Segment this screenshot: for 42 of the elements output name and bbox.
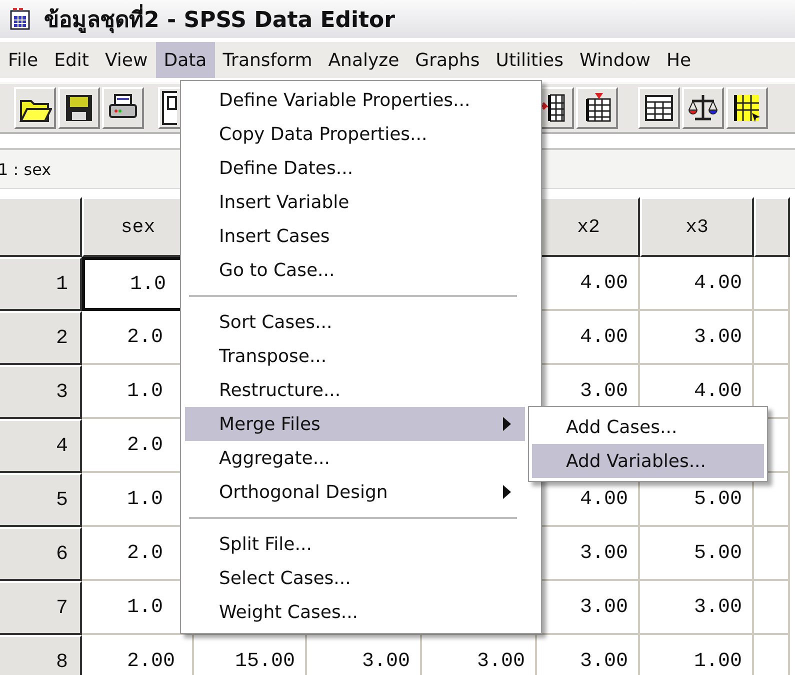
menu-option[interactable]: Merge Files <box>185 407 525 441</box>
column-header[interactable]: x3 <box>640 197 754 257</box>
menu-option-label: Merge Files <box>219 414 320 434</box>
toolbar-button[interactable] <box>576 87 618 129</box>
menu-option[interactable]: Copy Data Properties... <box>185 117 525 151</box>
menu-option[interactable]: Add Variables... <box>532 444 764 478</box>
app-icon <box>10 8 30 30</box>
menu-item[interactable]: Utilities <box>488 42 572 78</box>
row-header[interactable]: 6 <box>0 527 82 581</box>
row-header[interactable]: 5 <box>0 473 82 527</box>
row-header[interactable]: 4 <box>0 419 82 473</box>
toolbar-button[interactable] <box>14 87 56 129</box>
table-cell[interactable]: 5.00 <box>640 527 754 581</box>
toolbar-button[interactable] <box>638 87 680 129</box>
menu-item[interactable]: He <box>658 42 700 78</box>
menu-item[interactable]: File <box>0 42 46 78</box>
menu-item[interactable]: Graphs <box>407 42 488 78</box>
row-header[interactable]: 3 <box>0 365 82 419</box>
row-header[interactable]: 7 <box>0 581 82 635</box>
table-cell[interactable]: 3.00 <box>640 311 754 365</box>
menu-item[interactable]: Edit <box>46 42 97 78</box>
menu-item[interactable]: View <box>96 42 156 78</box>
column-header[interactable] <box>754 197 790 257</box>
toolbar-button[interactable] <box>58 87 100 129</box>
table-cell[interactable]: 4.00 <box>640 257 754 311</box>
toolbar-button[interactable] <box>726 87 768 129</box>
row-header[interactable]: 1 <box>0 257 82 311</box>
window-icon <box>162 91 177 125</box>
row-header[interactable]: 2 <box>0 311 82 365</box>
table-cell[interactable]: 3.00 <box>537 581 640 635</box>
menu-item[interactable]: Analyze <box>320 42 408 78</box>
toolbar-button[interactable] <box>682 87 724 129</box>
menu-option[interactable]: Define Dates... <box>185 151 525 185</box>
table-cell[interactable]: 3.00 <box>640 581 754 635</box>
menu-item[interactable]: Data <box>156 42 215 78</box>
menu-item[interactable]: Window <box>572 42 658 78</box>
toolbar-button[interactable] <box>102 87 144 129</box>
window-title: ข้อมูลชุดที่2 - SPSS Data Editor <box>44 2 396 36</box>
row-header[interactable]: 8 <box>0 635 82 675</box>
cell-reference: 1 : sex <box>0 160 52 178</box>
menu-item[interactable]: Transform <box>214 42 320 78</box>
menu-option-label: Orthogonal Design <box>219 482 388 502</box>
